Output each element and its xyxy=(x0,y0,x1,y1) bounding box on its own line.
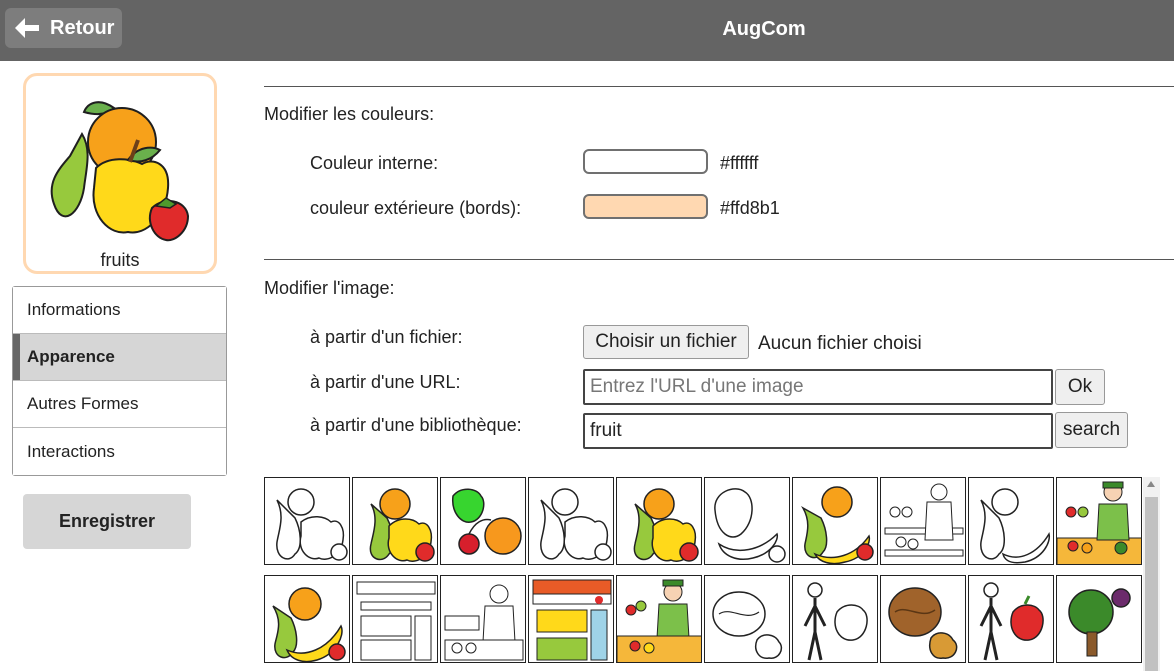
button-preview: fruits xyxy=(23,73,217,274)
outer-color-label: couleur extérieure (bords): xyxy=(310,198,522,218)
choose-file-button[interactable]: Choisir un fichier xyxy=(583,325,749,359)
inner-color-value: #ffffff xyxy=(720,153,759,173)
outer-color-value: #ffd8b1 xyxy=(720,198,780,218)
fruits-color-icon xyxy=(369,488,435,562)
library-search-input[interactable] xyxy=(583,413,1053,449)
result-tile[interactable] xyxy=(1056,477,1142,565)
url-ok-button[interactable]: Ok xyxy=(1055,369,1105,405)
result-tile[interactable] xyxy=(352,575,438,663)
result-tile[interactable] xyxy=(880,575,966,663)
fruit-shop-outline-icon xyxy=(356,581,436,661)
fruit-seller-woman-color-icon xyxy=(617,579,701,662)
result-tile[interactable] xyxy=(528,477,614,565)
walnut-outline-icon xyxy=(712,591,783,659)
result-tile[interactable] xyxy=(968,477,1054,565)
preview-label: fruits xyxy=(100,250,140,270)
top-bar: Retour AugCom xyxy=(0,0,1174,61)
fruits-banana-color-icon xyxy=(801,486,874,564)
fruit-seller-outline-icon xyxy=(884,483,964,557)
url-input[interactable] xyxy=(583,369,1053,405)
sidebar-item-apparence[interactable]: Apparence xyxy=(13,334,226,381)
fruit-shop-color-icon xyxy=(532,579,612,661)
fruits-icon xyxy=(50,101,190,242)
outer-color-swatch[interactable] xyxy=(583,194,708,219)
sidebar-item-interactions[interactable]: Interactions xyxy=(13,428,226,475)
result-tile[interactable] xyxy=(792,477,878,565)
fruits-banana-outline-icon xyxy=(714,488,786,563)
result-tile[interactable] xyxy=(616,575,702,663)
results-scrollbar[interactable] xyxy=(1143,477,1160,671)
fruit-seller-woman-outline-icon xyxy=(444,584,524,661)
scroll-thumb[interactable] xyxy=(1145,497,1158,671)
divider xyxy=(264,259,1174,260)
save-button[interactable]: Enregistrer xyxy=(23,494,191,549)
sidebar-item-label: Interactions xyxy=(27,441,115,461)
sidebar-item-informations[interactable]: Informations xyxy=(13,287,226,334)
person-apple-color-icon xyxy=(979,582,1044,661)
fruits-outline-icon xyxy=(540,488,612,561)
person-apple-outline-icon xyxy=(803,582,868,661)
url-label: à partir d'une URL: xyxy=(310,372,461,392)
fruit-seller-color-icon xyxy=(1057,481,1141,564)
scroll-up-icon[interactable] xyxy=(1147,481,1155,487)
sidebar-item-label: Apparence xyxy=(27,347,115,366)
result-tile[interactable] xyxy=(264,477,350,565)
colors-section-title: Modifier les couleurs: xyxy=(264,104,435,124)
sidebar-item-label: Informations xyxy=(27,300,121,319)
fruits-outline-icon xyxy=(276,488,348,561)
file-label: à partir d'un fichier: xyxy=(310,327,463,347)
result-tile[interactable] xyxy=(968,575,1054,663)
inner-color-label: Couleur interne: xyxy=(310,153,439,173)
walnut-color-icon xyxy=(888,587,958,659)
sidebar-item-autres-formes[interactable]: Autres Formes xyxy=(13,381,226,428)
pear-orange-banana-icon xyxy=(272,587,346,662)
result-tile[interactable] xyxy=(1056,575,1142,663)
result-tile[interactable] xyxy=(792,575,878,663)
fruit-tree-icon xyxy=(1068,588,1131,657)
result-tile[interactable] xyxy=(528,575,614,663)
inner-color-swatch[interactable] xyxy=(583,149,708,174)
app-title: AugCom xyxy=(722,18,806,40)
image-section-title: Modifier l'image: xyxy=(264,278,395,298)
result-tile[interactable] xyxy=(352,477,438,565)
sidebar-item-label: Autres Formes xyxy=(27,394,139,413)
result-tile[interactable] xyxy=(440,477,526,565)
fruits-color-icon xyxy=(633,488,699,562)
apple-cherries-orange-icon xyxy=(452,488,522,555)
library-label: à partir d'une bibliothèque: xyxy=(310,415,522,435)
result-tile[interactable] xyxy=(616,477,702,565)
result-tile[interactable] xyxy=(704,575,790,663)
result-tile[interactable] xyxy=(264,575,350,663)
file-status: Aucun fichier choisi xyxy=(758,333,922,354)
result-tile[interactable] xyxy=(440,575,526,663)
fruits-banana-outline-icon xyxy=(980,488,1051,564)
result-tile[interactable] xyxy=(880,477,966,565)
sidebar-menu: Informations Apparence Autres Formes Int… xyxy=(12,286,227,476)
divider xyxy=(264,86,1174,87)
library-search-button[interactable]: search xyxy=(1055,412,1128,448)
result-tile[interactable] xyxy=(704,477,790,565)
